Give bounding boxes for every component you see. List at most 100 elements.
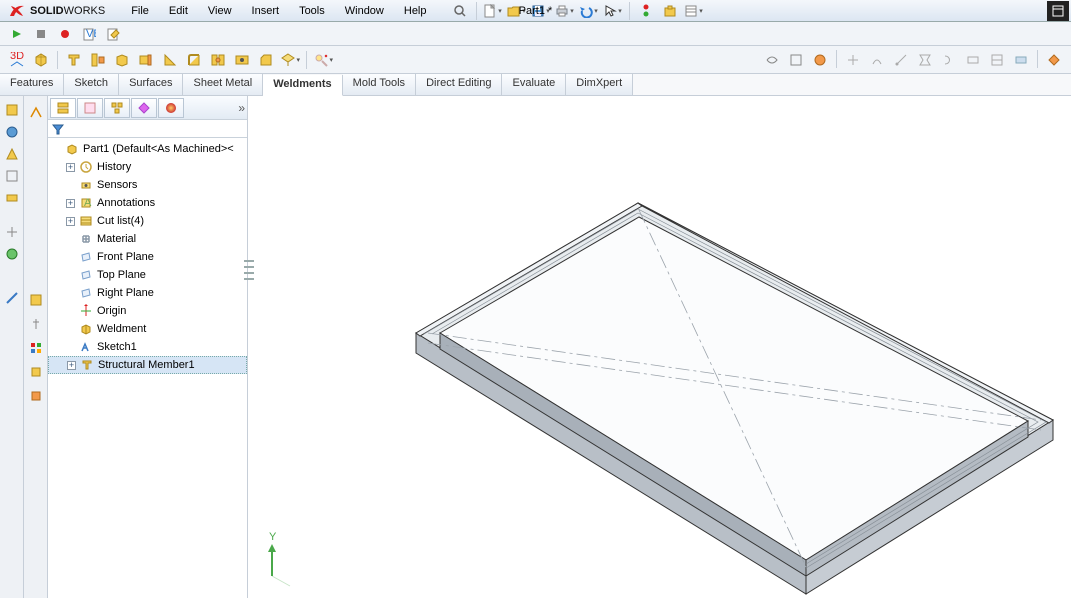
rail1-b[interactable]: [1, 122, 23, 142]
fm-tab-property-icon[interactable]: [77, 98, 103, 118]
tool-r8[interactable]: [938, 50, 960, 70]
rail1-h[interactable]: [1, 288, 23, 308]
tab-sheetmetal[interactable]: Sheet Metal: [183, 74, 263, 95]
fm-tab-render-icon[interactable]: [158, 98, 184, 118]
fm-tab-tree-icon[interactable]: [50, 98, 76, 118]
tool-r5[interactable]: [866, 50, 888, 70]
tab-directediting[interactable]: Direct Editing: [416, 74, 502, 95]
rail2-f[interactable]: [25, 386, 47, 406]
rebuild-icon[interactable]: [635, 1, 657, 21]
rail2-a[interactable]: [25, 102, 47, 122]
tab-features[interactable]: Features: [0, 74, 64, 95]
rail2-d[interactable]: [25, 338, 47, 358]
expand-toggle[interactable]: +: [66, 217, 75, 226]
tool-r9[interactable]: [962, 50, 984, 70]
structural-member-icon[interactable]: [63, 50, 85, 70]
tree-item[interactable]: Weldment: [48, 320, 247, 338]
tree-item[interactable]: Front Plane: [48, 248, 247, 266]
tree-item[interactable]: Sketch1: [48, 338, 247, 356]
trim-extend-icon[interactable]: [87, 50, 109, 70]
ref-geom-icon[interactable]: ▾: [279, 50, 301, 70]
tool-r11[interactable]: [1010, 50, 1032, 70]
annot-icon: A: [78, 195, 94, 211]
tree-item[interactable]: Sensors: [48, 176, 247, 194]
gusset-icon[interactable]: [159, 50, 181, 70]
options-icon[interactable]: [659, 1, 681, 21]
new-macro-icon[interactable]: VB: [78, 24, 100, 44]
tree-root[interactable]: Part1 (Default<As Machined><: [48, 140, 247, 158]
tree-item[interactable]: Top Plane: [48, 266, 247, 284]
fm-tab-config-icon[interactable]: [104, 98, 130, 118]
graphics-viewport[interactable]: Y: [248, 96, 1071, 598]
tool-r7[interactable]: [914, 50, 936, 70]
rail2-c[interactable]: [25, 314, 47, 334]
fillet-bead-icon[interactable]: [183, 50, 205, 70]
weldment-icon[interactable]: [30, 50, 52, 70]
title-bar: SOLIDWORKS File Edit View Insert Tools W…: [0, 0, 1071, 22]
tree-item[interactable]: +Cut list(4): [48, 212, 247, 230]
undo-icon[interactable]: ▾: [578, 1, 600, 21]
tree-filter-bar[interactable]: [48, 120, 247, 138]
tree-item[interactable]: Material: [48, 230, 247, 248]
fm-tab-dim-icon[interactable]: [131, 98, 157, 118]
rail2-b[interactable]: [25, 290, 47, 310]
rail1-d[interactable]: [1, 166, 23, 186]
print-icon[interactable]: ▾: [554, 1, 576, 21]
run-macro-icon[interactable]: [6, 24, 28, 44]
tab-evaluate[interactable]: Evaluate: [502, 74, 566, 95]
chamfer-icon[interactable]: [255, 50, 277, 70]
menu-help[interactable]: Help: [396, 3, 435, 19]
tool-r12[interactable]: [1043, 50, 1065, 70]
tool-r10[interactable]: [986, 50, 1008, 70]
tool-r4[interactable]: [842, 50, 864, 70]
menu-file[interactable]: File: [123, 3, 157, 19]
expand-toggle[interactable]: +: [66, 199, 75, 208]
tree-item[interactable]: Right Plane: [48, 284, 247, 302]
tab-dimxpert[interactable]: DimXpert: [566, 74, 633, 95]
tool-r2[interactable]: [785, 50, 807, 70]
fm-tabs-overflow[interactable]: »: [238, 101, 243, 115]
tree-item[interactable]: +AAnnotations: [48, 194, 247, 212]
tree-item[interactable]: +Structural Member1: [48, 356, 247, 374]
settings-icon[interactable]: ▾: [683, 1, 705, 21]
record-macro-icon[interactable]: [54, 24, 76, 44]
menu-view[interactable]: View: [200, 3, 240, 19]
tree-item[interactable]: +History: [48, 158, 247, 176]
more-icon[interactable]: ▾: [312, 50, 334, 70]
rail1-a[interactable]: [1, 100, 23, 120]
origin-icon: [78, 303, 94, 319]
expand-toggle[interactable]: +: [67, 361, 76, 370]
tool-r6[interactable]: [890, 50, 912, 70]
rail1-g[interactable]: [1, 244, 23, 264]
command-manager-tabs: Features Sketch Surfaces Sheet Metal Wel…: [0, 74, 1071, 96]
weld-bead-icon[interactable]: [207, 50, 229, 70]
menu-window[interactable]: Window: [337, 3, 392, 19]
expand-toggle[interactable]: +: [66, 163, 75, 172]
menu-insert[interactable]: Insert: [244, 3, 288, 19]
edit-macro-icon[interactable]: [102, 24, 124, 44]
tab-sketch[interactable]: Sketch: [64, 74, 119, 95]
tab-moldtools[interactable]: Mold Tools: [343, 74, 416, 95]
search-icon[interactable]: [449, 1, 471, 21]
tool-r1[interactable]: [761, 50, 783, 70]
stop-macro-icon[interactable]: [30, 24, 52, 44]
tree-item[interactable]: Origin: [48, 302, 247, 320]
hole-icon[interactable]: [231, 50, 253, 70]
end-cap-icon[interactable]: [135, 50, 157, 70]
rail1-e[interactable]: [1, 188, 23, 208]
panel-resize-handle[interactable]: [244, 258, 254, 282]
new-doc-icon[interactable]: ▾: [482, 1, 504, 21]
3dsketch-icon[interactable]: 3D: [6, 50, 28, 70]
extruded-boss-icon[interactable]: [111, 50, 133, 70]
tool-r3[interactable]: [809, 50, 831, 70]
rail2-e[interactable]: [25, 362, 47, 382]
menu-edit[interactable]: Edit: [161, 3, 196, 19]
system-button[interactable]: [1047, 1, 1069, 21]
rail1-f[interactable]: [1, 222, 23, 242]
menu-tools[interactable]: Tools: [291, 3, 333, 19]
tab-surfaces[interactable]: Surfaces: [119, 74, 183, 95]
select-icon[interactable]: ▾: [602, 1, 624, 21]
rail1-c[interactable]: [1, 144, 23, 164]
brand-bold: SOLID: [30, 5, 64, 17]
tab-weldments[interactable]: Weldments: [263, 75, 342, 96]
